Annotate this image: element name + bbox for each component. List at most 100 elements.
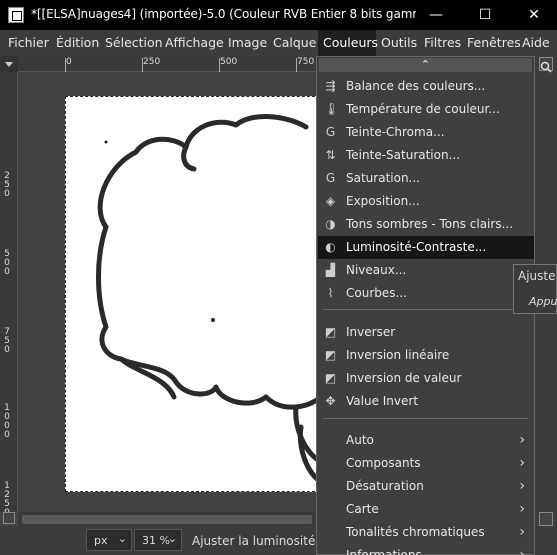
menu-item-label: Exposition... xyxy=(346,194,420,208)
menu-item-label: Tons sombres - Tons clairs... xyxy=(346,217,514,231)
zoom-select[interactable]: 31 % ⌄ xyxy=(134,529,182,551)
zoom-toggle-button[interactable] xyxy=(539,57,553,73)
ruler-label-0: 0 xyxy=(66,57,72,67)
menu-item-label: Balance des couleurs... xyxy=(346,79,486,93)
gimp-window: *[[ELSA]nuages4] (importée)-5.0 (Couleur… xyxy=(0,0,557,555)
menu-item-label: Value Invert xyxy=(346,394,419,408)
menu-item-exposure[interactable]: ◈ Exposition... xyxy=(318,190,534,213)
horizontal-ruler[interactable]: 0 250 500 750 xyxy=(18,56,317,72)
menu-edition[interactable]: Édition xyxy=(51,30,104,56)
menu-item-map[interactable]: Carte › xyxy=(318,498,534,521)
menu-item-label: Carte xyxy=(346,502,379,516)
maximize-button[interactable]: ☐ xyxy=(462,0,508,30)
menu-item-curves[interactable]: ⌇ Courbes... xyxy=(318,282,534,305)
image-canvas[interactable] xyxy=(65,96,317,492)
menu-item-shadows-highlights[interactable]: ◑ Tons sombres - Tons clairs... xyxy=(318,213,534,236)
menu-item-label: Tonalités chromatiques xyxy=(346,525,485,539)
menu-item-invert[interactable]: ◩ Inverser xyxy=(318,321,534,344)
value-invert-alt-icon: ✥ xyxy=(325,394,336,408)
menu-item-saturation[interactable]: G Saturation... xyxy=(318,167,534,190)
ruler-label-500: 500 xyxy=(220,57,238,67)
horizontal-scrollbar[interactable] xyxy=(18,512,317,526)
menu-separator xyxy=(323,309,528,310)
menu-item-components[interactable]: Composants › xyxy=(318,452,534,475)
ruler-tick xyxy=(142,58,143,72)
vruler-label-250: 250 xyxy=(4,171,10,199)
tooltip-line-1: Ajuste xyxy=(518,269,556,283)
chevron-right-icon: › xyxy=(519,547,525,555)
menu-fichier[interactable]: Fichier xyxy=(3,30,54,56)
menu-filtres[interactable]: Filtres xyxy=(419,30,466,56)
menu-item-label: Composants xyxy=(346,456,421,470)
menu-item-linear-invert[interactable]: ◩ Inversion linéaire xyxy=(318,344,534,367)
curves-icon: ⌇ xyxy=(327,286,334,300)
menu-item-info[interactable]: Informations › xyxy=(318,544,534,555)
menu-calque[interactable]: Calque xyxy=(268,30,321,56)
menu-item-label: Informations xyxy=(346,548,422,555)
levels-icon: ▟ xyxy=(325,263,336,277)
menu-item-label: Inversion linéaire xyxy=(346,348,450,362)
shadows-highlights-icon: ◑ xyxy=(325,217,336,231)
menu-affichage[interactable]: Affichage xyxy=(160,30,229,56)
menu-item-auto[interactable]: Auto › xyxy=(318,429,534,452)
value-invert-icon: ◩ xyxy=(324,371,337,385)
menu-item-label: Teinte-Saturation... xyxy=(346,148,461,162)
minimize-button[interactable]: — xyxy=(413,0,459,30)
unit-select[interactable]: px ⌄ xyxy=(86,529,132,551)
balance-icon: ⇶ xyxy=(325,79,336,93)
menu-image[interactable]: Image xyxy=(223,30,272,56)
ruler-corner[interactable] xyxy=(0,56,18,72)
menu-couleurs[interactable]: Couleurs xyxy=(318,30,378,56)
linear-invert-icon: ◩ xyxy=(324,348,337,362)
vruler-label-500: 500 xyxy=(4,249,10,277)
canvas-area[interactable] xyxy=(18,72,317,512)
tooltip: Ajuste Appu xyxy=(513,264,557,314)
menu-separator xyxy=(323,418,528,419)
menu-item-desaturate[interactable]: Désaturation › xyxy=(318,475,534,498)
menu-item-brightness-contrast[interactable]: ◐ Luminosité-Contraste... xyxy=(318,236,534,259)
menu-item-label: Inverser xyxy=(346,325,396,339)
menu-item-label: Teinte-Chroma... xyxy=(346,125,445,139)
gimp-app-icon xyxy=(8,7,24,23)
menu-aide[interactable]: Aide xyxy=(517,30,555,56)
menu-item-label: Auto xyxy=(346,433,374,447)
tooltip-line-2: Appu xyxy=(529,295,557,308)
vruler-label-1000: 1000 xyxy=(4,403,10,440)
menu-item-color-temperature[interactable]: 🌡 Température de couleur... xyxy=(318,98,534,121)
chevron-right-icon: › xyxy=(519,432,525,448)
navigation-corner-button[interactable] xyxy=(539,512,553,526)
colors-menu: ⌃ ⇶ Balance des couleurs... 🌡 Températur… xyxy=(316,56,535,555)
hue-saturation-icon: ⇅ xyxy=(325,148,336,162)
menu-item-label: Inversion de valeur xyxy=(346,371,462,385)
brightness-contrast-icon: ◐ xyxy=(325,240,336,254)
chevron-right-icon: › xyxy=(519,524,525,540)
close-button[interactable]: ✕ xyxy=(511,0,557,30)
menu-item-hue-chroma[interactable]: G Teinte-Chroma... xyxy=(318,121,534,144)
saturation-icon: G xyxy=(325,171,336,185)
chevron-down-icon: ⌄ xyxy=(117,532,127,545)
navigate-button[interactable] xyxy=(3,512,15,524)
zoom-icon xyxy=(540,61,552,73)
exposure-icon: ◈ xyxy=(325,194,336,208)
menu-item-label: Luminosité-Contraste... xyxy=(346,240,487,254)
menu-item-value-invert[interactable]: ◩ Inversion de valeur xyxy=(318,367,534,390)
invert-icon: ◩ xyxy=(324,325,337,339)
menu-item-value-invert-plugin[interactable]: ✥ Value Invert xyxy=(318,390,534,413)
vertical-ruler[interactable]: 250 500 750 1000 1250 xyxy=(0,72,18,518)
menu-item-label: Désaturation xyxy=(346,479,424,493)
horizontal-scroll-thumb[interactable] xyxy=(22,515,312,524)
chevron-down-icon: ⌄ xyxy=(167,532,177,545)
menu-scroll-up-button[interactable]: ⌃ xyxy=(319,58,532,72)
menu-item-color-balance[interactable]: ⇶ Balance des couleurs... xyxy=(318,75,534,98)
menu-item-label: Niveaux... xyxy=(346,263,407,277)
chevron-right-icon: › xyxy=(519,478,525,494)
menu-outils[interactable]: Outils xyxy=(376,30,422,56)
ruler-tick xyxy=(219,58,220,72)
menu-bar: Fichier Édition Sélection Affichage Imag… xyxy=(0,30,557,56)
menu-item-levels[interactable]: ▟ Niveaux... xyxy=(318,259,534,282)
menu-selection[interactable]: Sélection xyxy=(100,30,168,56)
menu-item-label: Saturation... xyxy=(346,171,420,185)
menu-item-tone-mapping[interactable]: Tonalités chromatiques › xyxy=(318,521,534,544)
menu-item-hue-saturation[interactable]: ⇅ Teinte-Saturation... xyxy=(318,144,534,167)
menu-item-label: Température de couleur... xyxy=(346,102,500,116)
